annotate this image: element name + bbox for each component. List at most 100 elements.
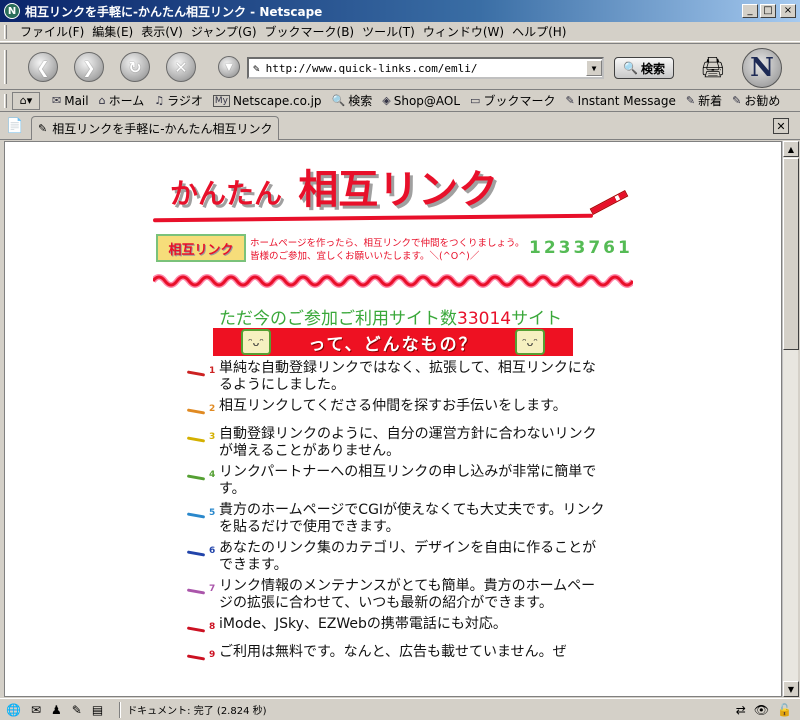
new-tab-icon[interactable]: 📄 [6,117,24,135]
feature-text: 貴方のホームページでCGIが使えなくても大丈夫です。リンクを貼るだけで使用できま… [219,502,605,535]
feature-text: 相互リンクしてくださる仲間を探すお手伝いをします。 [219,398,567,414]
close-window-button[interactable]: × [780,4,796,18]
chevron-down-icon: ▼ [225,61,233,73]
print-icon[interactable]: 🖨 [700,54,726,80]
netscape-logo[interactable]: N [742,48,782,88]
feature-number: 3 [209,432,216,442]
scroll-up-button[interactable]: ▲ [783,141,799,157]
feature-text: ご利用は無料です。なんと、広告も載せていません。ぜ [219,644,567,660]
feature-text: リンク情報のメンテナンスがとても簡単。貴方のホームページの拡張に合わせて、いつも… [219,578,596,611]
feature-number: 8 [209,622,216,632]
intro-text: ホームページを作ったら、相互リンクで仲間をつくりましょう。皆様のご参加、宜しくお… [250,238,525,262]
search-button[interactable]: 🔍 検索 [614,57,674,79]
feature-text: リンクパートナーへの相互リンクの申し込みが非常に簡単です。 [219,464,597,497]
bookmark-mail[interactable]: ✉ Mail [52,94,89,108]
feature-item: 6 あなたのリンク集のカテゴリ、デザインを自由に作ることができます。 [185,540,605,574]
site-count-line: ただ今のご参加ご利用サイト数33014サイト [219,304,562,329]
menu-window[interactable]: ウィンドウ(W) [423,23,512,40]
feature-number: 5 [209,508,216,518]
mascot-icon: ᵔᴗᵔ [515,329,545,355]
banner-text: って、どんなもの？ [308,334,478,355]
composer-icon[interactable]: ✎ [72,703,82,717]
mail-icon[interactable]: ✉ [31,703,41,717]
bookmark-shop-aol[interactable]: ◈ Shop@AOL [382,94,460,108]
pencil-icon [186,626,206,633]
count-prefix: ただ今のご参加ご利用サイト数 [219,309,457,329]
bookmark-search[interactable]: 🔍 検索 [332,92,373,109]
menu-view[interactable]: 表示(V) [141,23,191,40]
menu-help[interactable]: ヘルプ(H) [512,23,574,40]
url-history-dropdown[interactable]: ▼ [586,60,602,76]
feature-number: 1 [209,366,216,376]
site-logo-banner[interactable]: 相互リンク [156,234,246,262]
feature-number: 2 [209,404,216,414]
status-indicators: ⇄ 👁 🔓 [728,703,792,717]
navigation-toolbar: ❮ ❯ ↻ ✕ ▼ ✎ http://www.quick-links.com/e… [0,43,800,90]
aim-icon[interactable]: ♟ [51,703,62,717]
forward-arrow-icon: ❯ [82,57,96,77]
home-menu-button[interactable]: ⌂▾ [12,91,40,110]
bookmark-icon: ✎ [685,94,696,107]
search-icon: 🔍 [623,61,638,75]
scroll-down-button[interactable]: ▼ [783,681,799,697]
bookmark-new[interactable]: ✎ 新着 [686,92,722,109]
url-field[interactable]: ✎ http://www.quick-links.com/emli/ ▼ [247,57,604,79]
bookmark-instant-message[interactable]: ✎ Instant Message [565,94,675,108]
bookmark-radio[interactable]: ♫ ラジオ [154,92,203,109]
pencil-number-icon: 8 [185,620,219,640]
menu-go[interactable]: ジャンプ(G) [191,23,265,40]
menu-file[interactable]: ファイル(F) [20,23,92,40]
url-text[interactable]: http://www.quick-links.com/emli/ [266,62,586,75]
bookmark-home[interactable]: ⌂ ホーム [99,92,145,109]
feature-text: あなたのリンク集のカテゴリ、デザインを自由に作ることができます。 [219,540,597,573]
navigator-icon[interactable]: 🌐 [6,703,21,717]
reload-icon: ↻ [128,57,142,77]
minimize-button[interactable]: _ [742,4,758,18]
back-arrow-icon: ❮ [36,57,50,77]
forward-button[interactable]: ❯ [74,52,104,82]
back-button[interactable]: ❮ [28,52,58,82]
page-content: かんたん 相互リンク 相互リンク ホームページを作ったら、相互リンクで仲間をつく… [4,141,782,697]
security-icon[interactable]: 👁 [754,703,769,717]
bookmark-netscape[interactable]: My Netscape.co.jp [212,94,322,108]
reload-button[interactable]: ↻ [120,52,150,82]
menu-bookmarks[interactable]: ブックマーク(B) [265,23,363,40]
address-book-icon[interactable]: ▤ [92,703,103,717]
feature-number: 7 [209,584,216,594]
pencil-number-icon: 9 [185,648,219,668]
bookmarks-folder[interactable]: ▭ ブックマーク [470,92,555,109]
lock-icon[interactable]: 🔓 [777,703,792,717]
vertical-scrollbar[interactable]: ▲ ▼ [782,141,799,697]
pencil-icon [186,512,206,519]
toolbar-grip[interactable] [4,50,7,84]
my-netscape-icon: My [212,94,230,107]
tab-current[interactable]: ✎ 相互リンクを手軽に-かんたん相互リンク [31,116,279,140]
scrollbar-thumb[interactable] [783,158,799,350]
pencil-icon [186,550,206,557]
home-icon: ⌂ [98,94,106,107]
tab-bar: 📄 ✎ 相互リンクを手軽に-かんたん相互リンク ✕ [0,113,800,140]
toolbar-grip[interactable] [4,94,7,108]
feature-text: 単純な自動登録リンクではなく、拡張して、相互リンクになるようにしました。 [219,360,596,393]
shop-icon: ◈ [382,94,391,107]
pencil-number-icon: 6 [185,544,219,564]
feature-number: 6 [209,546,216,556]
close-tab-button[interactable]: ✕ [773,118,789,134]
url-dropdown-button[interactable]: ▼ [218,56,240,78]
menu-edit[interactable]: 編集(E) [92,23,141,40]
maximize-button[interactable]: □ [760,4,776,18]
pencil-icon [186,588,206,595]
toolbar-grip[interactable] [4,25,7,39]
feature-item: 2 相互リンクしてくださる仲間を探すお手伝いをします。 [185,398,605,422]
search-button-label: 検索 [640,61,665,76]
feature-number: 4 [209,470,216,480]
bookmark-recommended[interactable]: ✎ お勧め [732,92,780,109]
netscape-app-icon: N [4,3,20,19]
bookmark-icon: ✎ [732,94,742,107]
menu-tools[interactable]: ツール(T) [362,23,423,40]
window-title-bar: N 相互リンクを手軽に-かんたん相互リンク - Netscape _ □ × [0,0,800,22]
site-title: かんたん 相互リンク [170,157,498,215]
stop-button[interactable]: ✕ [166,52,196,82]
mail-icon: ✉ [52,94,62,107]
feature-item: 5 貴方のホームページでCGIが使えなくても大丈夫です。リンクを貼るだけで使用でき… [185,502,605,536]
